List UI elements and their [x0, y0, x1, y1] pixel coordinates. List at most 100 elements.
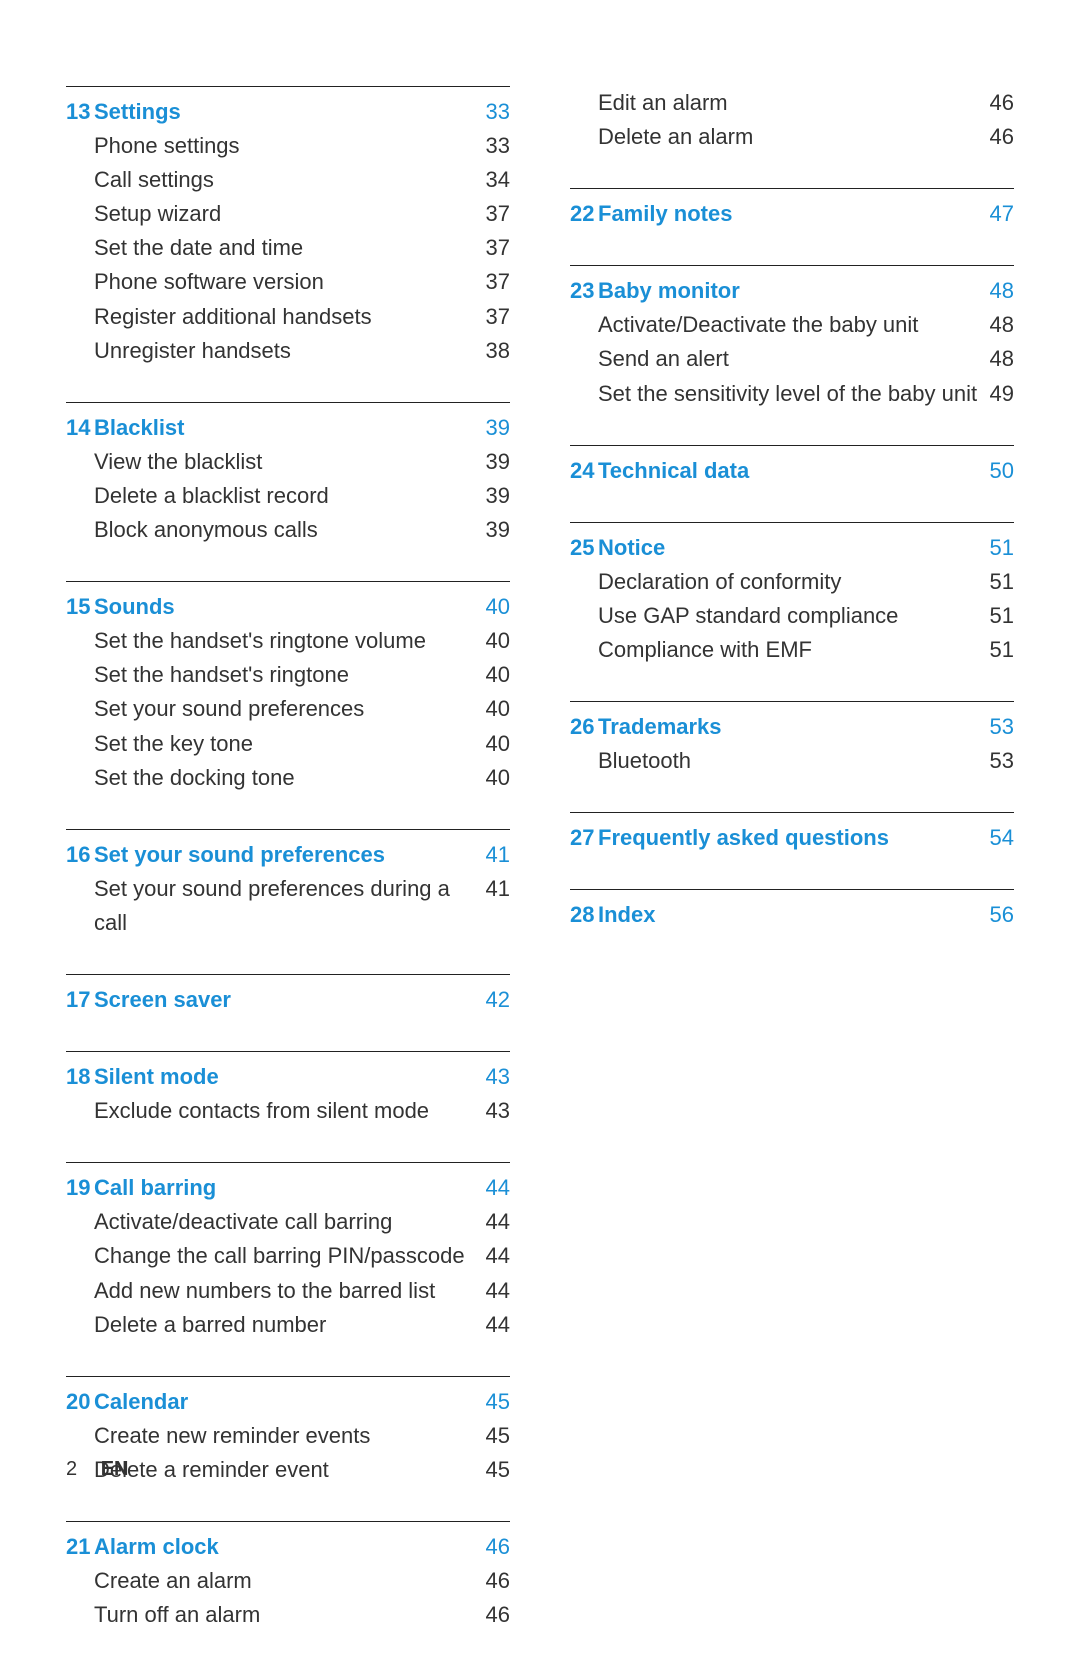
- toc-entry[interactable]: Call settings34: [66, 163, 510, 197]
- toc-entry[interactable]: Set the docking tone40: [66, 761, 510, 795]
- toc-entry-title: Add new numbers to the barred list: [94, 1274, 478, 1308]
- toc-section-heading[interactable]: 24Technical data50: [570, 454, 1014, 488]
- toc-section: 24Technical data50: [570, 445, 1014, 488]
- toc-entry[interactable]: Create new reminder events45: [66, 1419, 510, 1453]
- toc-section-heading[interactable]: 28Index56: [570, 898, 1014, 932]
- toc-section-number: 26: [570, 710, 598, 744]
- toc-section-heading[interactable]: 22Family notes47: [570, 197, 1014, 231]
- toc-section-number: 25: [570, 531, 598, 565]
- toc-section-heading[interactable]: 17Screen saver42: [66, 983, 510, 1017]
- toc-entry[interactable]: Create an alarm46: [66, 1564, 510, 1598]
- toc-section-heading[interactable]: 23Baby monitor48: [570, 274, 1014, 308]
- toc-page-number: 38: [478, 334, 510, 368]
- toc-entry[interactable]: Set the handset's ringtone40: [66, 658, 510, 692]
- toc-section-heading[interactable]: 20Calendar45: [66, 1385, 510, 1419]
- toc-page-number: 51: [982, 531, 1014, 565]
- toc-section: 13Settings33Phone settings33Call setting…: [66, 86, 510, 368]
- toc-page-number: 45: [478, 1453, 510, 1487]
- toc-page-number: 41: [478, 872, 510, 906]
- toc-page-number: 44: [478, 1308, 510, 1342]
- toc-entry[interactable]: Edit an alarm46: [570, 86, 1014, 120]
- toc-entry[interactable]: Set the date and time37: [66, 231, 510, 265]
- toc-entry[interactable]: Setup wizard37: [66, 197, 510, 231]
- toc-section-title: Technical data: [598, 454, 982, 488]
- toc-entry[interactable]: Set the handset's ringtone volume40: [66, 624, 510, 658]
- toc-entry[interactable]: Activate/deactivate call barring44: [66, 1205, 510, 1239]
- toc-entry[interactable]: Phone settings33: [66, 129, 510, 163]
- toc-section-number: 24: [570, 454, 598, 488]
- toc-section-heading[interactable]: 15Sounds40: [66, 590, 510, 624]
- toc-section-heading[interactable]: 25Notice51: [570, 531, 1014, 565]
- toc-entry[interactable]: Change the call barring PIN/passcode44: [66, 1239, 510, 1273]
- toc-page-number: 33: [478, 129, 510, 163]
- toc-section-title: Trademarks: [598, 710, 982, 744]
- toc-section-heading[interactable]: 21Alarm clock46: [66, 1530, 510, 1564]
- toc-entry-title: Delete a reminder event: [94, 1453, 478, 1487]
- toc-section-title: Alarm clock: [94, 1530, 478, 1564]
- toc-entry[interactable]: Use GAP standard compliance51: [570, 599, 1014, 633]
- toc-section-heading[interactable]: 13Settings33: [66, 95, 510, 129]
- toc-entry-title: Set the date and time: [94, 231, 478, 265]
- toc-columns: 13Settings33Phone settings33Call setting…: [66, 86, 1014, 1666]
- toc-entry[interactable]: Phone software version37: [66, 265, 510, 299]
- toc-entry[interactable]: View the blacklist39: [66, 445, 510, 479]
- toc-entry[interactable]: Set the sensitivity level of the baby un…: [570, 377, 1014, 411]
- toc-entry-title: Create an alarm: [94, 1564, 478, 1598]
- toc-entry-title: Set your sound preferences: [94, 692, 478, 726]
- toc-page-number: 56: [982, 898, 1014, 932]
- toc-column-right: Edit an alarm46Delete an alarm46 22Family…: [570, 86, 1014, 1666]
- toc-page-number: 51: [982, 633, 1014, 667]
- toc-page-number: 37: [478, 300, 510, 334]
- toc-entry-title: Change the call barring PIN/passcode: [94, 1239, 478, 1273]
- toc-entry[interactable]: Activate/Deactivate the baby unit48: [570, 308, 1014, 342]
- toc-section: 22Family notes47: [570, 188, 1014, 231]
- toc-entry-title: Block anonymous calls: [94, 513, 478, 547]
- toc-entry[interactable]: Bluetooth53: [570, 744, 1014, 778]
- toc-page-number: 39: [478, 513, 510, 547]
- toc-section-heading[interactable]: 19Call barring44: [66, 1171, 510, 1205]
- toc-entry-title: Use GAP standard compliance: [598, 599, 982, 633]
- toc-section: 21Alarm clock46Create an alarm46Turn off…: [66, 1521, 510, 1632]
- toc-section: 28Index56: [570, 889, 1014, 932]
- toc-page-number: 44: [478, 1171, 510, 1205]
- toc-page-number: 45: [478, 1419, 510, 1453]
- toc-page-number: 43: [478, 1060, 510, 1094]
- toc-section-title: Settings: [94, 95, 478, 129]
- toc-entry[interactable]: Send an alert48: [570, 342, 1014, 376]
- toc-page-number: 40: [478, 624, 510, 658]
- toc-entry[interactable]: Compliance with EMF51: [570, 633, 1014, 667]
- toc-section-heading[interactable]: 16Set your sound preferences41: [66, 838, 510, 872]
- toc-entry[interactable]: Delete a reminder event45: [66, 1453, 510, 1487]
- toc-page-number: 37: [478, 231, 510, 265]
- toc-entry-title: Exclude contacts from silent mode: [94, 1094, 478, 1128]
- toc-entry[interactable]: Delete a blacklist record39: [66, 479, 510, 513]
- toc-entry[interactable]: Register additional handsets37: [66, 300, 510, 334]
- toc-entry[interactable]: Turn off an alarm46: [66, 1598, 510, 1632]
- page-footer: 2 EN: [66, 1458, 128, 1481]
- toc-entry[interactable]: Delete an alarm46: [570, 120, 1014, 154]
- toc-entry-title: Compliance with EMF: [598, 633, 982, 667]
- toc-page-number: 39: [478, 445, 510, 479]
- toc-section-heading[interactable]: 27Frequently asked questions54: [570, 821, 1014, 855]
- toc-entry-title: Call settings: [94, 163, 478, 197]
- toc-entry-title: View the blacklist: [94, 445, 478, 479]
- toc-section-heading[interactable]: 26Trademarks53: [570, 710, 1014, 744]
- toc-section-heading[interactable]: 14Blacklist39: [66, 411, 510, 445]
- toc-entry[interactable]: Set your sound preferences40: [66, 692, 510, 726]
- toc-entry[interactable]: Exclude contacts from silent mode43: [66, 1094, 510, 1128]
- toc-entry[interactable]: Set the key tone40: [66, 727, 510, 761]
- toc-entry-title: Set the key tone: [94, 727, 478, 761]
- toc-entry[interactable]: Set your sound preferences during a call…: [66, 872, 510, 940]
- toc-entry-title: Activate/Deactivate the baby unit: [598, 308, 982, 342]
- toc-entry[interactable]: Declaration of conformity51: [570, 565, 1014, 599]
- toc-entry[interactable]: Add new numbers to the barred list44: [66, 1274, 510, 1308]
- toc-entry-title: Bluetooth: [598, 744, 982, 778]
- toc-page-number: 46: [478, 1598, 510, 1632]
- toc-entry[interactable]: Delete a barred number44: [66, 1308, 510, 1342]
- toc-entry[interactable]: Block anonymous calls39: [66, 513, 510, 547]
- toc-entry[interactable]: Unregister handsets38: [66, 334, 510, 368]
- toc-section-heading[interactable]: 18Silent mode43: [66, 1060, 510, 1094]
- toc-entry-title: Set the handset's ringtone: [94, 658, 478, 692]
- toc-page-number: 40: [478, 590, 510, 624]
- toc-page-number: 44: [478, 1274, 510, 1308]
